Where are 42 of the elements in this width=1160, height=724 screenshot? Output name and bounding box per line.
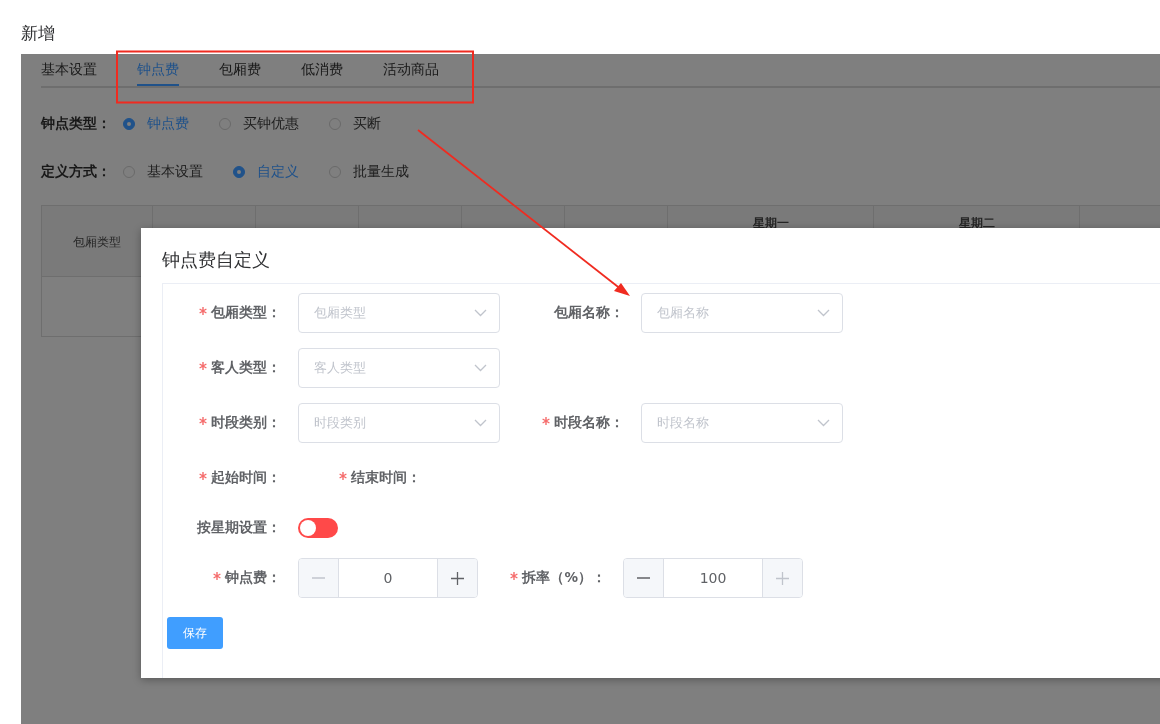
number-value: 0: [382, 569, 394, 588]
minus-icon: [637, 577, 650, 579]
radio-label[interactable]: 基本设置: [147, 163, 203, 181]
field-label: 钟点费：: [225, 569, 281, 587]
radio-label[interactable]: 买钟优惠: [243, 115, 299, 133]
number-value: 100: [698, 569, 728, 588]
number-field[interactable]: 0: [298, 558, 478, 598]
number-field[interactable]: 100: [623, 558, 803, 598]
dialog-title: 新增: [21, 23, 55, 43]
radio-label[interactable]: 买断: [353, 115, 381, 133]
field-label: 时段名称：: [554, 414, 624, 432]
field-label: 包厢类型：: [211, 304, 281, 322]
field-label: 客人类型：: [211, 359, 281, 377]
save-button[interactable]: 保存: [167, 617, 223, 649]
field-label: 结束时间：: [351, 469, 421, 487]
chevron-down-icon: [474, 309, 487, 317]
modal-title: 钟点费自定义: [162, 249, 270, 270]
tab[interactable]: 基本设置: [41, 54, 117, 86]
tab[interactable]: 低消费: [281, 54, 363, 86]
field-label: 时段类别：: [211, 414, 281, 432]
field-label: 定义方式：: [41, 163, 112, 181]
minus-icon: [312, 577, 325, 579]
tab[interactable]: 活动商品: [363, 54, 459, 86]
radio-button[interactable]: [123, 118, 135, 130]
field-label: 起始时间：: [211, 469, 281, 487]
chevron-down-icon: [474, 419, 487, 427]
toggle-switch[interactable]: [298, 518, 338, 538]
decrease-button[interactable]: [624, 559, 664, 597]
field-label: 按星期设置：: [197, 519, 281, 537]
tab[interactable]: 包厢费: [199, 54, 281, 86]
column-header: 包厢类型: [42, 206, 153, 277]
plus-icon: [776, 571, 789, 585]
field-label: 包厢名称：: [554, 304, 624, 322]
radio-label[interactable]: 批量生成: [353, 163, 409, 181]
chevron-down-icon: [817, 419, 830, 427]
chevron-down-icon: [474, 364, 487, 372]
field-label: 拆率（%）：: [522, 569, 606, 587]
increase-button[interactable]: [437, 559, 477, 597]
chevron-down-icon: [817, 309, 830, 317]
plus-icon: [451, 571, 464, 585]
field-label: 钟点类型：: [41, 115, 112, 133]
radio-button[interactable]: [233, 166, 245, 178]
